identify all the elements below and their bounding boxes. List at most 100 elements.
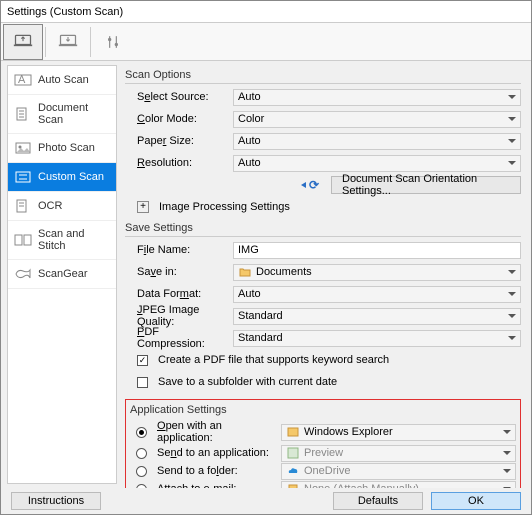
sidebar-item-custom-scan[interactable]: Custom Scan — [8, 163, 116, 192]
caret-icon — [503, 451, 511, 455]
sidebar-label: OCR — [38, 200, 62, 212]
save-in-label: Save in: — [125, 266, 227, 278]
ok-button[interactable]: OK — [431, 492, 521, 510]
settings-window: Settings (Custom Scan) A Auto Scan Docum… — [0, 0, 532, 515]
main-panel: Scan Options Select Source: Auto Color M… — [117, 61, 531, 488]
tool-scan-from-computer[interactable] — [3, 24, 43, 60]
caret-icon — [508, 270, 516, 274]
orientation-flip-icon[interactable]: ⟳ — [301, 178, 319, 192]
sidebar-label: Scan and Stitch — [38, 228, 110, 252]
sidebar-label: Auto Scan — [38, 74, 89, 86]
sidebar-item-photo-scan[interactable]: Photo Scan — [8, 134, 116, 163]
data-format-value: Auto — [238, 288, 261, 300]
send-folder-radio[interactable] — [136, 466, 147, 477]
send-app-label: Send to an application: — [157, 447, 275, 459]
open-with-value: Windows Explorer — [304, 426, 393, 438]
sidebar-label: Photo Scan — [38, 142, 95, 154]
keyword-search-label: Create a PDF file that supports keyword … — [158, 354, 389, 366]
preview-icon — [286, 447, 300, 459]
sidebar-label: Custom Scan — [38, 171, 104, 183]
pdf-compression-dropdown[interactable]: Standard — [233, 330, 521, 347]
body: A Auto Scan Document Scan Photo Scan Cus… — [1, 61, 531, 488]
resolution-dropdown[interactable]: Auto — [233, 155, 521, 172]
document-scan-icon — [14, 107, 32, 121]
paper-size-dropdown[interactable]: Auto — [233, 133, 521, 150]
send-app-radio[interactable] — [136, 448, 147, 459]
file-name-value: IMG — [238, 244, 259, 256]
select-source-dropdown[interactable]: Auto — [233, 89, 521, 106]
send-folder-label: Send to a folder: — [157, 465, 275, 477]
image-processing-label: Image Processing Settings — [159, 201, 290, 213]
sidebar: A Auto Scan Document Scan Photo Scan Cus… — [7, 65, 117, 484]
save-settings-title: Save Settings — [125, 222, 521, 237]
caret-icon — [508, 336, 516, 340]
tool-scan-from-panel[interactable] — [48, 24, 88, 60]
send-app-value: Preview — [304, 447, 343, 459]
sidebar-item-auto-scan[interactable]: A Auto Scan — [8, 66, 116, 95]
tool-general-settings[interactable] — [93, 24, 133, 60]
caret-icon — [508, 117, 516, 121]
pdf-compression-label: PDF Compression: — [125, 326, 227, 350]
expand-image-processing[interactable]: + — [137, 201, 149, 213]
send-folder-dropdown[interactable]: OneDrive — [281, 463, 516, 480]
toolbar — [1, 23, 531, 61]
file-name-input[interactable]: IMG — [233, 242, 521, 259]
folder-icon — [238, 266, 252, 278]
defaults-button[interactable]: Defaults — [333, 492, 423, 510]
open-with-label: Open with an application: — [157, 420, 275, 444]
defaults-label: Defaults — [358, 495, 398, 507]
orientation-btn-label: Document Scan Orientation Settings... — [342, 173, 510, 197]
file-name-label: File Name: — [125, 244, 227, 256]
photo-scan-icon — [14, 141, 32, 155]
custom-scan-icon — [14, 170, 32, 184]
color-mode-label: Color Mode: — [125, 113, 227, 125]
color-mode-value: Color — [238, 113, 264, 125]
caret-icon — [503, 469, 511, 473]
application-settings-group: Application Settings Open with an applic… — [125, 399, 521, 488]
sidebar-item-document-scan[interactable]: Document Scan — [8, 95, 116, 134]
open-with-radio[interactable] — [136, 427, 147, 438]
color-mode-dropdown[interactable]: Color — [233, 111, 521, 128]
window-title: Settings (Custom Scan) — [7, 6, 123, 18]
caret-icon — [508, 95, 516, 99]
send-folder-value: OneDrive — [304, 465, 350, 477]
auto-scan-icon: A — [14, 73, 32, 87]
scangear-icon — [14, 267, 32, 281]
scan-options-title: Scan Options — [125, 69, 521, 84]
resolution-value: Auto — [238, 157, 261, 169]
select-source-label: Select Source: — [125, 91, 227, 103]
attach-email-dropdown[interactable]: None (Attach Manually) — [281, 481, 516, 489]
open-with-dropdown[interactable]: Windows Explorer — [281, 424, 516, 441]
jpeg-quality-dropdown[interactable]: Standard — [233, 308, 521, 325]
sidebar-item-ocr[interactable]: OCR — [8, 192, 116, 221]
caret-icon — [508, 314, 516, 318]
instructions-label: Instructions — [28, 495, 84, 507]
onedrive-icon — [286, 465, 300, 477]
send-app-dropdown[interactable]: Preview — [281, 445, 516, 462]
sidebar-label: Document Scan — [38, 102, 110, 126]
data-format-label: Data Format: — [125, 288, 227, 300]
caret-icon — [503, 430, 511, 434]
title-bar: Settings (Custom Scan) — [1, 1, 531, 23]
footer: Instructions Defaults OK — [1, 488, 531, 514]
resolution-label: Resolution: — [125, 157, 227, 169]
keyword-search-checkbox[interactable] — [137, 355, 148, 366]
select-source-value: Auto — [238, 91, 261, 103]
sidebar-item-scan-and-stitch[interactable]: Scan and Stitch — [8, 221, 116, 260]
sidebar-item-scangear[interactable]: ScanGear — [8, 260, 116, 289]
toolbar-separator — [90, 27, 91, 57]
instructions-button[interactable]: Instructions — [11, 492, 101, 510]
sidebar-label: ScanGear — [38, 268, 88, 280]
app-settings-title: Application Settings — [130, 404, 516, 418]
caret-icon — [508, 161, 516, 165]
data-format-dropdown[interactable]: Auto — [233, 286, 521, 303]
save-in-value: Documents — [256, 266, 312, 278]
save-in-dropdown[interactable]: Documents — [233, 264, 521, 281]
toolbar-separator — [45, 27, 46, 57]
subfolder-label: Save to a subfolder with current date — [158, 376, 337, 388]
paper-size-label: Paper Size: — [125, 135, 227, 147]
caret-icon — [508, 139, 516, 143]
orientation-settings-button[interactable]: Document Scan Orientation Settings... — [331, 176, 521, 194]
stitch-icon — [14, 233, 32, 247]
subfolder-checkbox[interactable] — [137, 377, 148, 388]
